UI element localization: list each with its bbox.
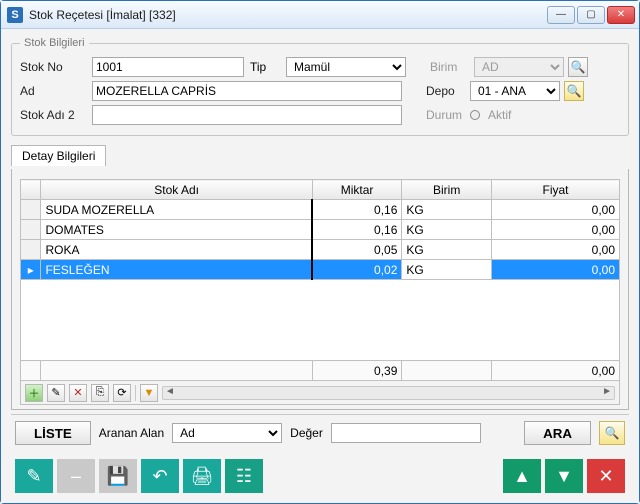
minimize-button[interactable]: — (547, 6, 575, 24)
row-indicator: ▸ (21, 260, 41, 280)
birim-label: Birim (430, 60, 470, 74)
stok-adi-2-label: Stok Adı 2 (20, 108, 86, 122)
cell-stok-adi[interactable]: FESLEĞEN (41, 260, 312, 280)
search-bar: LİSTE Aranan Alan Ad Değer ARA 🔍 (11, 414, 629, 451)
durum-aktif-label: Aktif (488, 108, 511, 122)
depo-lookup-icon[interactable]: 🔍 (564, 81, 584, 101)
grid-edit-icon[interactable]: ✎ (47, 384, 65, 402)
move-up-button[interactable]: ▲ (503, 459, 541, 493)
search-lookup-icon[interactable]: 🔍 (599, 421, 625, 445)
tip-select[interactable]: Mamül (286, 57, 406, 77)
col-fiyat[interactable]: Fiyat (491, 180, 619, 200)
footer-miktar-total: 0,39 (312, 361, 402, 381)
stok-adi-2-input[interactable] (92, 105, 402, 125)
grid-horizontal-scrollbar[interactable] (162, 386, 615, 400)
remove-button[interactable]: – (57, 459, 95, 493)
cell-miktar[interactable]: 0,16 (312, 220, 402, 240)
birim-lookup-icon: 🔍 (568, 57, 588, 77)
grid-filter-icon[interactable]: ▼ (140, 384, 158, 402)
liste-button[interactable]: LİSTE (15, 421, 91, 445)
cell-stok-adi[interactable]: ROKA (41, 240, 312, 260)
cell-birim[interactable]: KG (402, 260, 492, 280)
move-down-button[interactable]: ▼ (545, 459, 583, 493)
table-row[interactable]: ROKA0,05KG0,00 (21, 240, 620, 260)
grid-delete-icon[interactable]: ✕ (69, 384, 87, 402)
ingredients-grid[interactable]: Stok Adı Miktar Birim Fiyat SUDA MOZEREL… (20, 179, 620, 280)
grid-gutter-header (21, 180, 41, 200)
row-indicator (21, 220, 41, 240)
cell-fiyat[interactable]: 0,00 (491, 200, 619, 220)
depo-select[interactable]: 01 - ANA DE (470, 81, 560, 101)
close-button[interactable]: ✕ (607, 6, 635, 24)
cell-stok-adi[interactable]: DOMATES (41, 220, 312, 240)
cell-birim[interactable]: KG (402, 220, 492, 240)
birim-select: AD (474, 57, 564, 77)
cell-fiyat[interactable]: 0,00 (491, 220, 619, 240)
app-window: S Stok Reçetesi [İmalat] [332] — ▢ ✕ Sto… (0, 0, 640, 504)
col-stok-adi[interactable]: Stok Adı (41, 180, 312, 200)
table-row[interactable]: SUDA MOZERELLA0,16KG0,00 (21, 200, 620, 220)
grid-footer: 0,39 0,00 (20, 360, 620, 381)
deger-label: Değer (290, 426, 323, 440)
row-indicator (21, 240, 41, 260)
cell-miktar[interactable]: 0,16 (312, 200, 402, 220)
stok-bilgileri-group: Stok Bilgileri Stok No Tip Mamül Birim A… (11, 37, 629, 136)
ad-input[interactable] (92, 81, 402, 101)
undo-button[interactable]: ↶ (141, 459, 179, 493)
col-miktar[interactable]: Miktar (312, 180, 402, 200)
tip-label: Tip (250, 60, 280, 74)
cell-birim[interactable]: KG (402, 240, 492, 260)
deger-input[interactable] (331, 423, 481, 443)
aranan-alan-label: Aranan Alan (99, 426, 164, 440)
titlebar[interactable]: S Stok Reçetesi [İmalat] [332] — ▢ ✕ (1, 1, 639, 29)
close-action-button[interactable]: ✕ (587, 459, 625, 493)
stok-no-label: Stok No (20, 60, 86, 74)
ara-button[interactable]: ARA (524, 421, 591, 445)
footer-fiyat-total: 0,00 (491, 361, 619, 381)
app-icon: S (7, 7, 23, 23)
grid-copy-icon[interactable]: ⎘ (91, 384, 109, 402)
depo-label: Depo (426, 84, 466, 98)
grid-refresh-icon[interactable]: ⟳ (113, 384, 131, 402)
row-indicator (21, 200, 41, 220)
tree-button[interactable]: ☷ (225, 459, 263, 493)
window-title: Stok Reçetesi [İmalat] [332] (29, 8, 547, 22)
durum-label: Durum (426, 108, 466, 122)
table-row[interactable]: ▸FESLEĞEN0,02KG0,00 (21, 260, 620, 280)
action-bar: ✎ – 💾 ↶ 🖨 ☷ ▲ ▼ ✕ (11, 455, 629, 499)
grid-toolbar: ＋ ✎ ✕ ⎘ ⟳ ▼ (20, 381, 620, 405)
durum-radio-icon (470, 110, 480, 120)
table-row[interactable]: DOMATES0,16KG0,00 (21, 220, 620, 240)
print-button[interactable]: 🖨 (183, 459, 221, 493)
cell-miktar[interactable]: 0,05 (312, 240, 402, 260)
ad-label: Ad (20, 84, 86, 98)
cell-fiyat[interactable]: 0,00 (491, 240, 619, 260)
save-button[interactable]: 💾 (99, 459, 137, 493)
cell-miktar[interactable]: 0,02 (312, 260, 402, 280)
stok-no-input[interactable] (92, 57, 244, 77)
edit-button[interactable]: ✎ (15, 459, 53, 493)
maximize-button[interactable]: ▢ (577, 6, 605, 24)
cell-birim[interactable]: KG (402, 200, 492, 220)
detail-panel: Stok Adı Miktar Birim Fiyat SUDA MOZEREL… (11, 169, 629, 410)
aranan-alan-select[interactable]: Ad (172, 423, 282, 443)
grid-add-icon[interactable]: ＋ (25, 384, 43, 402)
group-legend: Stok Bilgileri (20, 37, 89, 49)
col-birim[interactable]: Birim (402, 180, 492, 200)
cell-fiyat[interactable]: 0,00 (491, 260, 619, 280)
cell-stok-adi[interactable]: SUDA MOZERELLA (41, 200, 312, 220)
tab-detay-bilgileri[interactable]: Detay Bilgileri (11, 145, 106, 166)
